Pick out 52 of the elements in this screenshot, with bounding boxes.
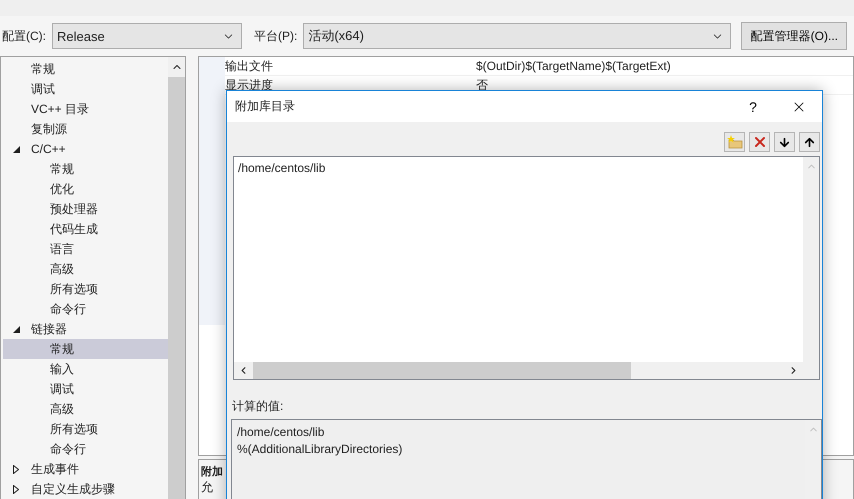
config-dropdown[interactable]: Release — [52, 23, 242, 49]
collapsed-triangle-icon[interactable] — [13, 484, 19, 494]
tree-item[interactable]: 输入 — [3, 359, 168, 379]
property-name: 输出文件 — [225, 58, 274, 74]
tree-item[interactable]: 高级 — [3, 399, 168, 419]
tree-item[interactable]: 自定义生成步骤 — [3, 479, 168, 499]
move-up-button[interactable] — [799, 132, 820, 152]
scrollbar[interactable] — [168, 57, 185, 499]
description-title: 附加 — [201, 464, 224, 479]
tree-item[interactable]: VC++ 目录 — [3, 99, 168, 119]
property-value: 否 — [476, 76, 488, 94]
expanded-triangle-icon[interactable] — [13, 326, 20, 332]
tree-item[interactable]: 高级 — [3, 259, 168, 279]
tree-item[interactable]: 常规 — [3, 159, 168, 179]
tree-item[interactable]: 优化 — [3, 179, 168, 199]
tree-item[interactable]: 预处理器 — [3, 199, 168, 219]
tree-item[interactable]: 生成事件 — [3, 459, 168, 479]
tree-item[interactable]: 所有选项 — [3, 419, 168, 439]
tree-item[interactable]: 命令行 — [3, 299, 168, 319]
tree-item[interactable]: 调试 — [3, 379, 168, 399]
horizontal-scrollbar[interactable] — [234, 362, 803, 379]
expanded-triangle-icon[interactable] — [13, 146, 20, 152]
platform-dropdown[interactable]: 活动(x64) — [303, 23, 732, 49]
tree-item[interactable]: 所有选项 — [3, 279, 168, 299]
collapsed-triangle-icon[interactable] — [13, 464, 19, 474]
arrow-up-icon — [803, 136, 816, 148]
new-folder-icon — [726, 135, 742, 149]
move-down-button[interactable] — [774, 132, 795, 152]
computed-value: /home/centos/lib — [237, 424, 326, 441]
description-text: 允 — [201, 479, 214, 496]
tree-item[interactable]: 复制源 — [3, 119, 168, 139]
tree-item[interactable]: 语言 — [3, 239, 168, 259]
tree-item[interactable]: C/C++ — [3, 139, 168, 159]
config-label: 配置(C): — [2, 28, 46, 44]
tree-item[interactable]: 常规 — [3, 339, 168, 359]
scrollbar[interactable] — [803, 157, 819, 362]
delete-button[interactable] — [749, 132, 770, 152]
tree-item[interactable]: 调试 — [3, 79, 168, 99]
tree-item[interactable]: 命令行 — [3, 439, 168, 459]
tree-item[interactable]: 常规 — [3, 59, 168, 79]
directory-list[interactable]: /home/centos/lib — [233, 156, 820, 380]
tree-item[interactable]: 代码生成 — [3, 219, 168, 239]
dialog-title: 附加库目录 — [235, 98, 296, 115]
arrow-down-icon — [778, 136, 791, 148]
platform-label: 平台(P): — [254, 28, 298, 44]
property-value: $(OutDir)$(TargetName)$(TargetExt) — [476, 59, 671, 73]
configuration-manager-button[interactable]: 配置管理器(O)... — [741, 22, 848, 50]
computed-values-label: 计算的值: — [231, 398, 284, 415]
computed-value: %(AdditionalLibraryDirectories) — [237, 441, 404, 458]
tree-item[interactable]: 链接器 — [3, 319, 168, 339]
help-button[interactable]: ? — [730, 91, 776, 122]
directory-entry[interactable]: /home/centos/lib — [238, 160, 799, 176]
